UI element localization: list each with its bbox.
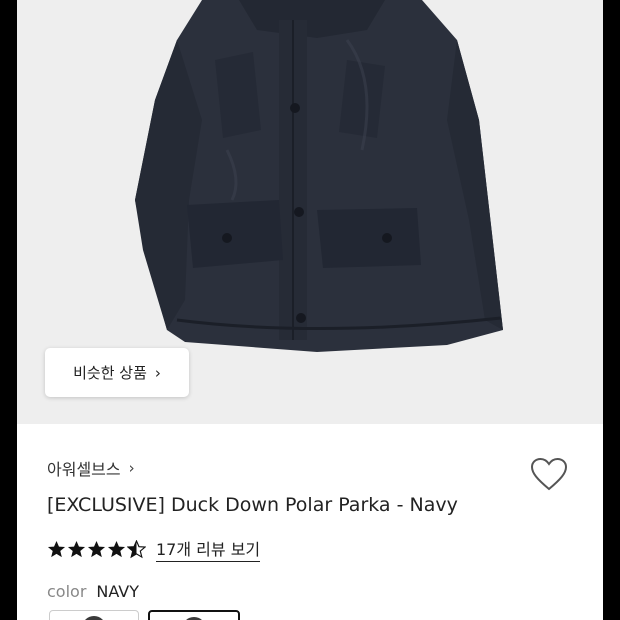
star-icon	[67, 540, 86, 557]
color-label: color	[47, 582, 87, 601]
product-photo: 비슷한 상품 ›	[17, 0, 603, 424]
product-screen: 비슷한 상품 › 아워셀브스 › [EXCLUSIVE] Duck Down P…	[17, 0, 603, 620]
color-row: color NAVY	[47, 582, 139, 601]
star-icon	[107, 540, 126, 557]
color-value: NAVY	[96, 582, 140, 601]
color-swatch[interactable]	[49, 610, 139, 620]
brand-name: 아워셀브스	[47, 460, 121, 479]
star-icon	[47, 540, 66, 557]
chevron-right-icon: ›	[128, 459, 135, 477]
similar-products-label: 비슷한 상품	[73, 364, 147, 382]
product-title: [EXCLUSIVE] Duck Down Polar Parka - Navy	[47, 494, 458, 516]
similar-products-button[interactable]: 비슷한 상품 ›	[45, 348, 189, 397]
heart-icon[interactable]	[529, 456, 569, 492]
star-icon	[87, 540, 106, 557]
brand-link[interactable]: 아워셀브스 ›	[47, 456, 135, 480]
chevron-right-icon: ›	[154, 363, 161, 382]
rating-row: 17개 리뷰 보기	[47, 536, 261, 562]
swatch-thumbnail	[82, 616, 106, 620]
reviews-link[interactable]: 17개 리뷰 보기	[156, 536, 261, 562]
rating-stars	[47, 539, 146, 559]
color-swatch-selected[interactable]	[148, 610, 240, 620]
star-half-icon	[127, 539, 146, 558]
